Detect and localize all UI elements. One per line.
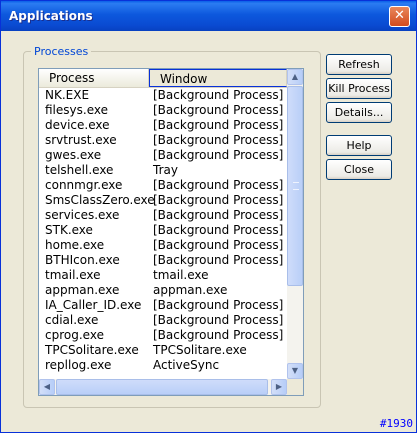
- vertical-scrollbar[interactable]: ▲ ▼: [287, 69, 303, 379]
- process-name-cell: SmsClassZero.exe: [45, 193, 155, 207]
- process-name-cell: services.exe: [45, 208, 120, 222]
- table-row[interactable]: services.exe [Background Process]: [39, 208, 287, 223]
- list-header: Process Window: [39, 69, 287, 88]
- window-name-cell: [Background Process]: [153, 298, 284, 312]
- close-window-icon[interactable]: ✕: [389, 6, 410, 27]
- column-header-window[interactable]: Window: [149, 69, 287, 87]
- image-number-label: #1930: [379, 417, 413, 430]
- scroll-left-icon[interactable]: ◀: [39, 379, 55, 395]
- details-button[interactable]: Details...: [326, 102, 392, 123]
- window-name-cell: [Background Process]: [153, 223, 284, 237]
- process-list[interactable]: Process Window NK.EXE [Background Process…: [38, 68, 304, 396]
- window-name-cell: TPCSolitare.exe: [153, 343, 247, 357]
- process-name-cell: IA_Caller_ID.exe: [45, 298, 142, 312]
- scroll-corner: [287, 379, 303, 395]
- table-row[interactable]: TPCSolitare.exe TPCSolitare.exe: [39, 343, 287, 358]
- window-name-cell: Tray: [153, 163, 178, 177]
- window-name-cell: [Background Process]: [153, 103, 284, 117]
- table-row[interactable]: STK.exe [Background Process]: [39, 223, 287, 238]
- help-button[interactable]: Help: [326, 135, 392, 156]
- processes-group-label: Processes: [31, 45, 92, 58]
- table-row[interactable]: cprog.exe [Background Process]: [39, 328, 287, 343]
- window-name-cell: [Background Process]: [153, 178, 284, 192]
- process-name-cell: filesys.exe: [45, 103, 108, 117]
- close-button[interactable]: Close: [326, 159, 392, 180]
- table-row[interactable]: tmail.exe tmail.exe: [39, 268, 287, 283]
- window-name-cell: [Background Process]: [153, 88, 284, 102]
- scroll-up-icon[interactable]: ▲: [287, 69, 303, 85]
- process-name-cell: cprog.exe: [45, 328, 104, 342]
- process-name-cell: cdial.exe: [45, 313, 99, 327]
- table-row[interactable]: cdial.exe [Background Process]: [39, 313, 287, 328]
- window-name-cell: [Background Process]: [153, 133, 284, 147]
- refresh-button[interactable]: Refresh: [326, 54, 392, 75]
- process-name-cell: NK.EXE: [45, 88, 90, 102]
- table-row[interactable]: srvtrust.exe [Background Process]: [39, 133, 287, 148]
- process-name-cell: BTHIcon.exe: [45, 253, 120, 267]
- horizontal-scrollbar[interactable]: ◀ ▶: [39, 379, 287, 395]
- column-header-process[interactable]: Process: [39, 69, 149, 87]
- horizontal-scroll-thumb[interactable]: [56, 379, 268, 395]
- scroll-down-icon[interactable]: ▼: [287, 363, 303, 379]
- list-rows: NK.EXE [Background Process] filesys.exe [Ba…: [39, 88, 287, 373]
- process-name-cell: repllog.exe: [45, 358, 112, 372]
- window-name-cell: [Background Process]: [153, 193, 284, 207]
- process-name-cell: device.exe: [45, 118, 110, 132]
- table-row[interactable]: device.exe [Background Process]: [39, 118, 287, 133]
- process-name-cell: home.exe: [45, 238, 105, 252]
- process-name-cell: tmail.exe: [45, 268, 101, 282]
- process-name-cell: TPCSolitare.exe: [45, 343, 139, 357]
- process-name-cell: telshell.exe: [45, 163, 114, 177]
- window-name-cell: [Background Process]: [153, 313, 284, 327]
- table-row[interactable]: IA_Caller_ID.exe [Background Process]: [39, 298, 287, 313]
- table-row[interactable]: appman.exe appman.exe: [39, 283, 287, 298]
- process-name-cell: STK.exe: [45, 223, 93, 237]
- window-title: Applications: [9, 9, 93, 23]
- table-row[interactable]: gwes.exe [Background Process]: [39, 148, 287, 163]
- window-name-cell: [Background Process]: [153, 148, 284, 162]
- table-row[interactable]: telshell.exe Tray: [39, 163, 287, 178]
- process-name-cell: gwes.exe: [45, 148, 102, 162]
- scroll-right-icon[interactable]: ▶: [271, 379, 287, 395]
- table-row[interactable]: filesys.exe [Background Process]: [39, 103, 287, 118]
- process-name-cell: srvtrust.exe: [45, 133, 117, 147]
- table-row[interactable]: BTHIcon.exe [Background Process]: [39, 253, 287, 268]
- window-name-cell: [Background Process]: [153, 118, 284, 132]
- window-name-cell: [Background Process]: [153, 253, 284, 267]
- process-name-cell: appman.exe: [45, 283, 120, 297]
- window-name-cell: tmail.exe: [153, 268, 209, 282]
- window-name-cell: ActiveSync: [153, 358, 220, 372]
- title-bar[interactable]: Applications ✕: [1, 1, 416, 31]
- window-name-cell: [Background Process]: [153, 208, 284, 222]
- window-name-cell: appman.exe: [153, 283, 228, 297]
- vertical-scroll-thumb[interactable]: [287, 86, 303, 286]
- process-name-cell: connmgr.exe: [45, 178, 123, 192]
- kill-process-button[interactable]: Kill Process: [326, 78, 392, 99]
- table-row[interactable]: connmgr.exe [Background Process]: [39, 178, 287, 193]
- window-name-cell: [Background Process]: [153, 328, 284, 342]
- table-row[interactable]: NK.EXE [Background Process]: [39, 88, 287, 103]
- table-row[interactable]: SmsClassZero.exe [Background Process]: [39, 193, 287, 208]
- table-row[interactable]: repllog.exe ActiveSync: [39, 358, 287, 373]
- table-row[interactable]: home.exe [Background Process]: [39, 238, 287, 253]
- window-name-cell: [Background Process]: [153, 238, 284, 252]
- applications-window: Applications ✕ Processes Process Window …: [0, 0, 417, 433]
